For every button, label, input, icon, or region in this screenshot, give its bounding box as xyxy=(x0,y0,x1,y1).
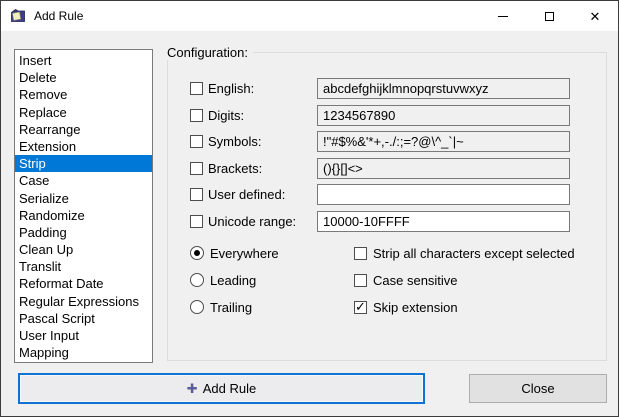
symbols-label: Symbols: xyxy=(208,134,317,149)
maximize-button[interactable] xyxy=(526,1,572,31)
radio-row-everywhere[interactable]: Everywhere xyxy=(190,245,279,261)
close-button[interactable]: Close xyxy=(469,374,607,403)
rule-item-pascal-script[interactable]: Pascal Script xyxy=(15,310,152,327)
skip-extension-label: Skip extension xyxy=(373,300,458,315)
user-defined-field[interactable] xyxy=(317,184,570,205)
configuration-label: Configuration: xyxy=(167,45,253,60)
plus-icon: ✚ xyxy=(187,381,198,397)
row-brackets: Brackets: xyxy=(190,158,570,179)
minimize-button[interactable] xyxy=(480,1,526,31)
rule-item-insert[interactable]: Insert xyxy=(15,52,152,69)
strip-all-label: Strip all characters except selected xyxy=(373,246,575,261)
rule-item-randomize[interactable]: Randomize xyxy=(15,207,152,224)
close-label: Close xyxy=(521,381,554,396)
rule-item-clean-up[interactable]: Clean Up xyxy=(15,241,152,258)
user-defined-label: User defined: xyxy=(208,187,317,202)
case-sensitive-checkbox[interactable] xyxy=(354,274,367,287)
english-field[interactable] xyxy=(317,78,570,99)
add-rule-button[interactable]: ✚ Add Rule xyxy=(18,373,425,404)
option-row-strip-all[interactable]: Strip all characters except selected xyxy=(354,245,575,261)
leading-label: Leading xyxy=(210,273,256,288)
digits-field[interactable] xyxy=(317,105,570,126)
maximize-icon xyxy=(545,12,554,21)
rule-item-reformat-date[interactable]: Reformat Date xyxy=(15,275,152,292)
rule-item-user-input[interactable]: User Input xyxy=(15,327,152,344)
symbols-checkbox[interactable] xyxy=(190,135,203,148)
add-rule-label: Add Rule xyxy=(203,381,256,396)
close-icon: ✕ xyxy=(590,10,601,23)
rule-item-translit[interactable]: Translit xyxy=(15,258,152,275)
rule-item-rearrange[interactable]: Rearrange xyxy=(15,121,152,138)
rule-item-regular-expressions[interactable]: Regular Expressions xyxy=(15,293,152,310)
brackets-field[interactable] xyxy=(317,158,570,179)
trailing-label: Trailing xyxy=(210,300,252,315)
window-title: Add Rule xyxy=(34,9,83,23)
english-label: English: xyxy=(208,81,317,96)
unicode-range-checkbox[interactable] xyxy=(190,215,203,228)
app-icon xyxy=(10,8,26,24)
trailing-radio[interactable] xyxy=(190,300,204,314)
brackets-label: Brackets: xyxy=(208,161,317,176)
rule-item-strip[interactable]: Strip xyxy=(15,155,152,172)
rule-item-padding[interactable]: Padding xyxy=(15,224,152,241)
unicode-range-label: Unicode range: xyxy=(208,214,317,229)
rule-item-mapping[interactable]: Mapping xyxy=(15,344,152,361)
row-english: English: xyxy=(190,78,570,99)
everywhere-radio[interactable] xyxy=(190,246,204,260)
rule-item-case[interactable]: Case xyxy=(15,172,152,189)
rule-item-extension[interactable]: Extension xyxy=(15,138,152,155)
rule-item-delete[interactable]: Delete xyxy=(15,69,152,86)
skip-extension-checkbox[interactable] xyxy=(354,301,367,314)
strip-all-checkbox[interactable] xyxy=(354,247,367,260)
user-defined-checkbox[interactable] xyxy=(190,188,203,201)
digits-label: Digits: xyxy=(208,108,317,123)
minimize-icon xyxy=(498,16,508,17)
symbols-field[interactable] xyxy=(317,131,570,152)
leading-radio[interactable] xyxy=(190,273,204,287)
brackets-checkbox[interactable] xyxy=(190,162,203,175)
unicode-range-field[interactable] xyxy=(317,211,570,232)
english-checkbox[interactable] xyxy=(190,82,203,95)
radio-row-leading[interactable]: Leading xyxy=(190,272,279,288)
row-unicode-range: Unicode range: xyxy=(190,211,570,232)
rule-item-replace[interactable]: Replace xyxy=(15,104,152,121)
rule-item-remove[interactable]: Remove xyxy=(15,86,152,103)
digits-checkbox[interactable] xyxy=(190,109,203,122)
everywhere-label: Everywhere xyxy=(210,246,279,261)
row-digits: Digits: xyxy=(190,105,570,126)
row-user-defined: User defined: xyxy=(190,184,570,205)
option-row-skip-extension[interactable]: Skip extension xyxy=(354,299,575,315)
configuration-group: Configuration: English: Digits: Symbols:… xyxy=(167,52,607,361)
close-window-button[interactable]: ✕ xyxy=(572,1,618,31)
radio-row-trailing[interactable]: Trailing xyxy=(190,299,279,315)
case-sensitive-label: Case sensitive xyxy=(373,273,458,288)
add-rule-dialog: Add Rule ✕ Insert Delete Remove Replace … xyxy=(0,0,619,417)
option-row-case-sensitive[interactable]: Case sensitive xyxy=(354,272,575,288)
rule-type-list[interactable]: Insert Delete Remove Replace Rearrange E… xyxy=(14,49,153,363)
row-symbols: Symbols: xyxy=(190,131,570,152)
rule-item-serialize[interactable]: Serialize xyxy=(15,190,152,207)
title-bar[interactable]: Add Rule ✕ xyxy=(1,1,618,31)
